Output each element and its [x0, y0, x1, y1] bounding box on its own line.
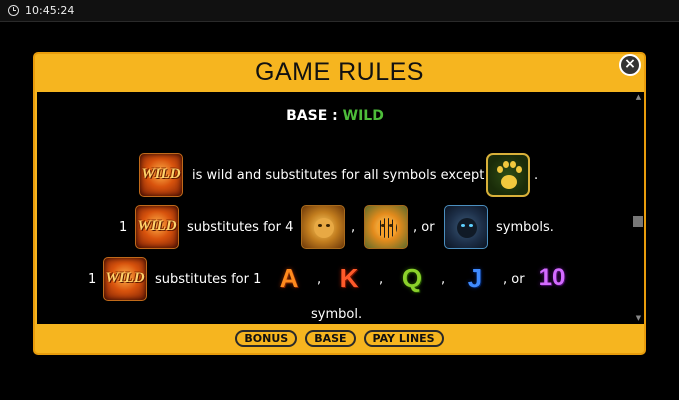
scroll-down-icon[interactable]: ▼ — [635, 315, 642, 322]
rule-line2-sep1: , — [351, 220, 356, 235]
tab-base[interactable]: BASE — [305, 330, 356, 347]
wild-symbol-icon: WILD — [135, 205, 179, 249]
rule-line3-sep3: , — [441, 272, 446, 287]
rule-line1-end: . — [534, 168, 539, 183]
symbol-k-icon: K — [339, 263, 359, 293]
section-heading: BASE : WILD — [37, 108, 633, 124]
rules-content[interactable]: BASE : WILD WILD is wild and substitutes… — [37, 92, 644, 324]
game-rules-dialog: GAME RULES × BASE : WILD WILD is wild an… — [33, 52, 646, 355]
scroll-up-icon[interactable]: ▲ — [635, 94, 642, 101]
rule-line2-text: substitutes for 4 — [187, 220, 294, 235]
tab-pay-lines[interactable]: PAY LINES — [363, 330, 444, 347]
wild-symbol-label: WILD — [137, 218, 177, 234]
symbol-a-icon: A — [279, 263, 299, 293]
tiger-symbol-icon — [364, 205, 408, 249]
symbol-j-icon: J — [467, 263, 483, 293]
rule-line3-sep-or: , or — [503, 272, 525, 287]
rule-line1-text: is wild and substitutes for all symbols … — [192, 168, 485, 183]
symbol-10-icon: 10 — [538, 264, 566, 291]
clock-time: 10:45:24 — [25, 4, 75, 17]
rule-line3-text: substitutes for 1 — [155, 272, 262, 287]
wild-symbol-label: WILD — [105, 270, 145, 286]
wild-symbol-label: WILD — [141, 166, 181, 182]
tab-bonus[interactable]: BONUS — [235, 330, 298, 347]
section-name: WILD — [342, 108, 384, 124]
content-scrollbar[interactable]: ▲ ▼ — [633, 92, 644, 324]
rule-line3-count: 1 — [88, 272, 97, 287]
rule-line3-end: symbol. — [311, 307, 363, 322]
wild-symbol-icon: WILD — [103, 257, 147, 301]
rule-line2-end: symbols. — [496, 220, 554, 235]
close-button[interactable]: × — [619, 54, 641, 76]
rule-line3-sep2: , — [379, 272, 384, 287]
section-prefix: BASE : — [286, 108, 338, 124]
rules-tabs: BONUS BASE PAY LINES — [35, 330, 644, 347]
status-bar: 10:45:24 — [0, 0, 679, 22]
wild-symbol-icon: WILD — [139, 153, 183, 197]
scroll-thumb[interactable] — [633, 216, 643, 227]
panther-symbol-icon — [444, 205, 488, 249]
lion-symbol-icon — [301, 205, 345, 249]
rule-line2-sep2: , or — [413, 220, 435, 235]
paw-scatter-icon — [486, 153, 530, 197]
rule-line2-count: 1 — [119, 220, 128, 235]
rule-line3-sep1: , — [317, 272, 322, 287]
clock-icon — [8, 5, 19, 16]
symbol-q-icon: Q — [401, 263, 423, 293]
dialog-title: GAME RULES — [255, 58, 424, 86]
